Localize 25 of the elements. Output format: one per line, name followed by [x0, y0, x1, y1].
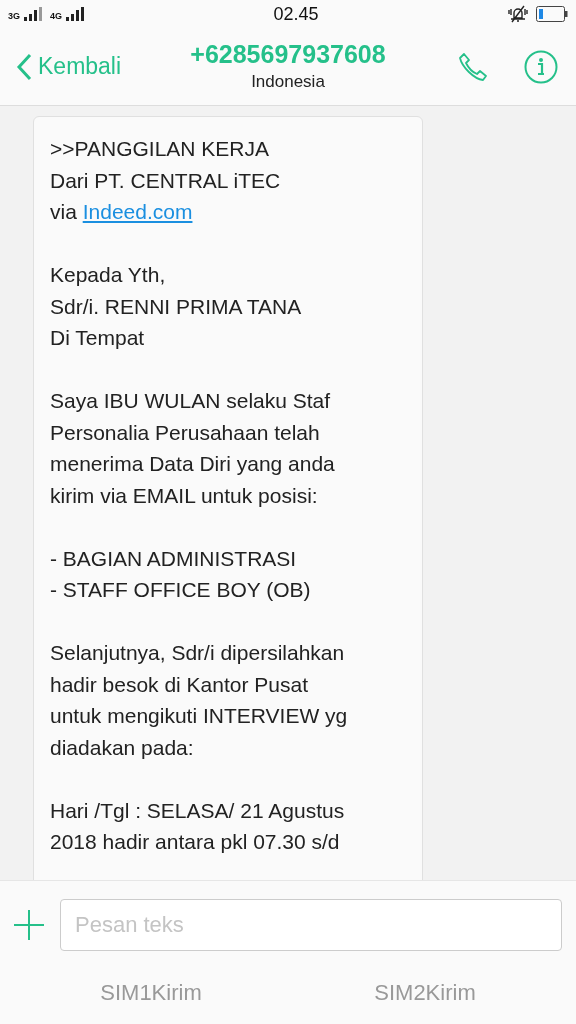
battery-icon [536, 6, 568, 22]
chevron-left-icon [16, 52, 32, 81]
message-paragraph: >>PANGGILAN KERJA Dari PT. CENTRAL iTEC via Indeed.com [50, 136, 282, 225]
info-icon[interactable] [524, 49, 558, 84]
message-paragraph: Selanjutnya, Sdr/i dipersilahkan hadir besok di Kantor Pusat untuk mengikuti INTERVIEW yg diadakan pada: [50, 640, 349, 761]
back-button[interactable]: Kembali [16, 49, 122, 84]
message-paragraph: Saya IBU WULAN selaku Staf Personalia Perusahaan telah menerima Data Diri yang anda kirim via EMAIL untuk posisi: [50, 388, 336, 509]
message-paragraph: Kepada Yth, Sdr/i. RENNI PRIMA TANA Di Tempat [50, 262, 303, 351]
signal-icon [24, 7, 42, 21]
contact-country: Indonesia [250, 70, 326, 93]
message-link[interactable]: Indeed.com [82, 200, 193, 223]
add-button[interactable] [14, 910, 44, 940]
phone-icon[interactable] [458, 51, 488, 82]
contact-number: +6285697937608 [190, 38, 386, 69]
send-button[interactable]: SIM1Kirim [94, 975, 208, 1010]
message-paragraph: Hari /Tgl : SELASA/ 21 Agustus 2018 hadir antara pkl 07.30 s/d [50, 797, 346, 855]
muted-bell-icon [508, 5, 528, 23]
network-label: 3G [8, 12, 20, 21]
network-label: 4G [50, 12, 63, 21]
signal-icon [66, 7, 85, 21]
status-time: 02.45 [273, 2, 319, 26]
send-button[interactable]: SIM2Kirim [368, 975, 482, 1010]
message-input-field[interactable]: Pesan teks [60, 899, 562, 951]
plus-icon [14, 910, 44, 940]
message-paragraph: - BAGIAN ADMINISTRASI - STAFF OFFICE BOY (OB) [50, 545, 312, 603]
